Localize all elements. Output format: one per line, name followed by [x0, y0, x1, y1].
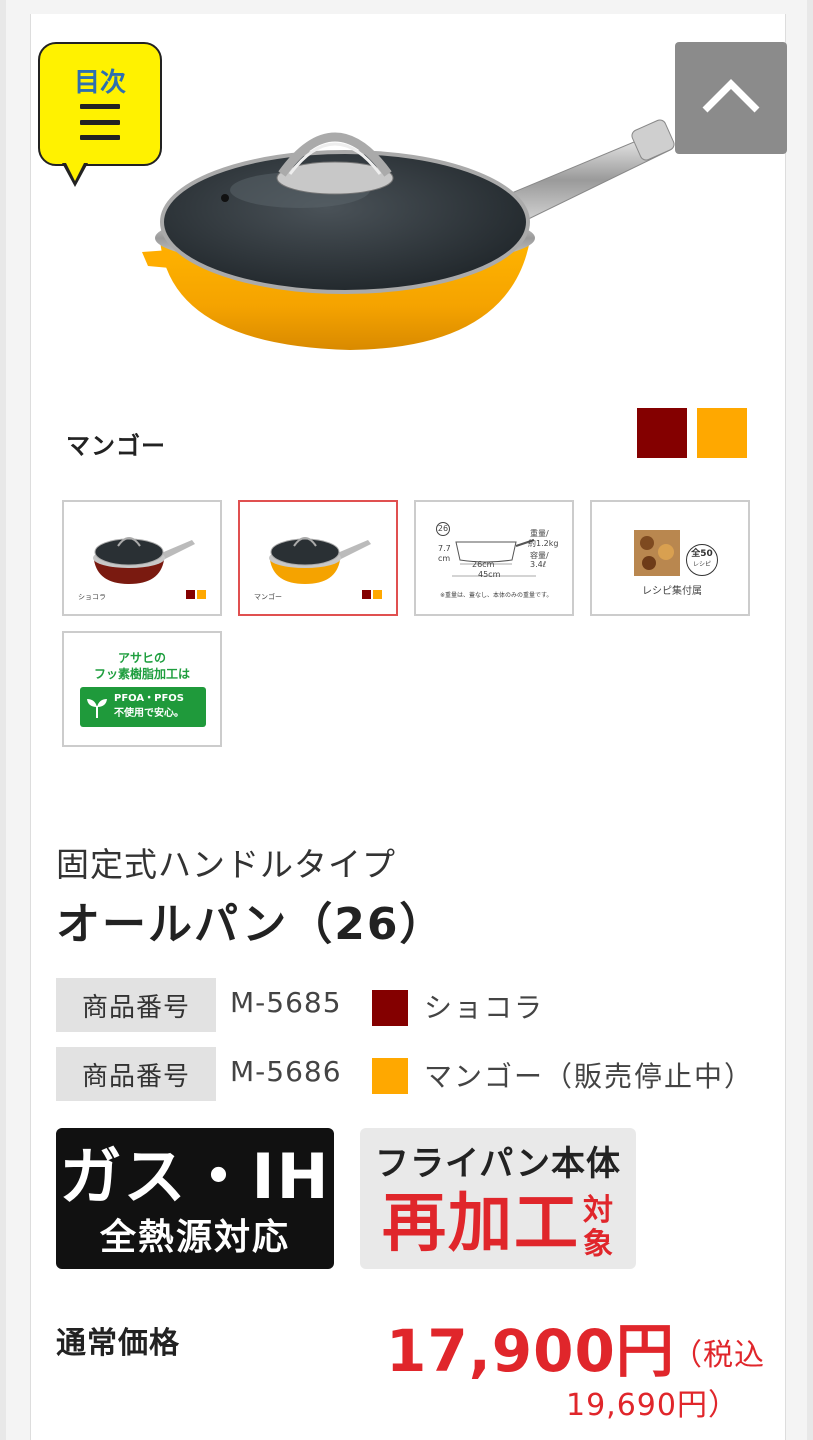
- pfoa-line4: 不使用で安心。: [114, 708, 184, 719]
- thumbnail-chocolat[interactable]: ショコラ: [62, 500, 222, 616]
- spec-code: M-5686: [230, 1055, 342, 1088]
- thumbnail-dimensions[interactable]: 26 7.7 cm 26cm 45cm 重量/ 約1.2kg 容量/ 3.4ℓ …: [414, 500, 574, 616]
- price-amount: 17,900円: [386, 1317, 675, 1385]
- sprout-icon: [87, 699, 107, 718]
- reprocess-line3: 対象: [583, 1193, 613, 1262]
- price-tax-line2: 19,690円）: [566, 1388, 739, 1423]
- toc-bubble-tail-fill: [65, 161, 85, 181]
- spec-label: 商品番号: [56, 1047, 216, 1101]
- thumbnail-caption: レシピ集付属: [642, 586, 702, 597]
- gas-ih-line1: ガス・IH: [59, 1140, 331, 1213]
- thumbnail-recipe-book[interactable]: 全50 レシピ レシピ集付属: [590, 500, 750, 616]
- reprocess-badge: フライパン本体 再加工 対象: [360, 1128, 636, 1269]
- spec-color-swatch: [372, 990, 408, 1026]
- page-edge-left: [0, 0, 6, 1440]
- spec-color-name: ショコラ: [424, 991, 545, 1024]
- recipe-count: 全50: [691, 549, 713, 559]
- thumbnail-pfoa-free[interactable]: アサヒの フッ素樹脂加工は PFOA・PFOS 不使用で安心。: [62, 631, 222, 747]
- gas-ih-badge: ガス・IH 全熱源対応: [56, 1128, 334, 1269]
- product-title: オールパン（26）: [56, 899, 446, 950]
- page-edge-right: [807, 0, 813, 1440]
- color-swatch-mango[interactable]: [697, 408, 747, 458]
- menu-icon: [80, 104, 120, 140]
- chevron-up-icon: [702, 79, 760, 113]
- pfoa-line2: フッ素樹脂加工は: [93, 667, 190, 681]
- thumbnail-caption: マンゴー: [254, 593, 282, 601]
- pfoa-badge: PFOA・PFOS 不使用で安心。: [80, 687, 206, 727]
- reprocess-line2: 再加工: [382, 1187, 580, 1261]
- thumbnail-swatch: [362, 590, 371, 599]
- thumbnail-swatch: [186, 590, 195, 599]
- gas-ih-line2: 全熱源対応: [99, 1217, 290, 1258]
- thumbnail-swatch: [197, 590, 206, 599]
- recipe-count-badge: 全50 レシピ: [686, 544, 718, 576]
- capacity-value: 3.4ℓ: [530, 560, 547, 569]
- recipe-count-unit: レシピ: [692, 561, 711, 568]
- thumbnail-swatch: [373, 590, 382, 599]
- reprocess-line1: フライパン本体: [374, 1144, 622, 1184]
- pfoa-line3: PFOA・PFOS: [114, 693, 184, 704]
- pfoa-line1: アサヒの: [117, 651, 166, 665]
- recipe-book-image: [634, 530, 680, 576]
- product-subtitle: 固定式ハンドルタイプ: [56, 845, 396, 884]
- thumbnail-caption: ショコラ: [78, 593, 106, 601]
- spec-color-name: マンゴー（販売停止中）: [424, 1060, 755, 1093]
- weight-value: 約1.2kg: [528, 539, 559, 548]
- length-label: 45cm: [478, 570, 501, 579]
- weight-note: ※重量は、蓋なし、本体のみの重量です。: [440, 592, 553, 599]
- color-swatch-chocolat[interactable]: [637, 408, 687, 458]
- price-tax-line1: （税込: [672, 1338, 765, 1373]
- selected-color-name: マンゴー: [66, 432, 166, 460]
- spec-color-swatch: [372, 1058, 408, 1094]
- toc-label: 目次: [73, 68, 126, 98]
- thumbnail-mango[interactable]: マンゴー: [238, 500, 398, 616]
- spec-code: M-5685: [230, 986, 342, 1019]
- toc-button[interactable]: 目次: [38, 42, 162, 166]
- product-image: [142, 119, 675, 350]
- spec-label: 商品番号: [56, 978, 216, 1032]
- diameter-label: 26cm: [472, 560, 495, 569]
- scroll-to-top-button[interactable]: [675, 42, 787, 154]
- price-label: 通常価格: [56, 1326, 180, 1361]
